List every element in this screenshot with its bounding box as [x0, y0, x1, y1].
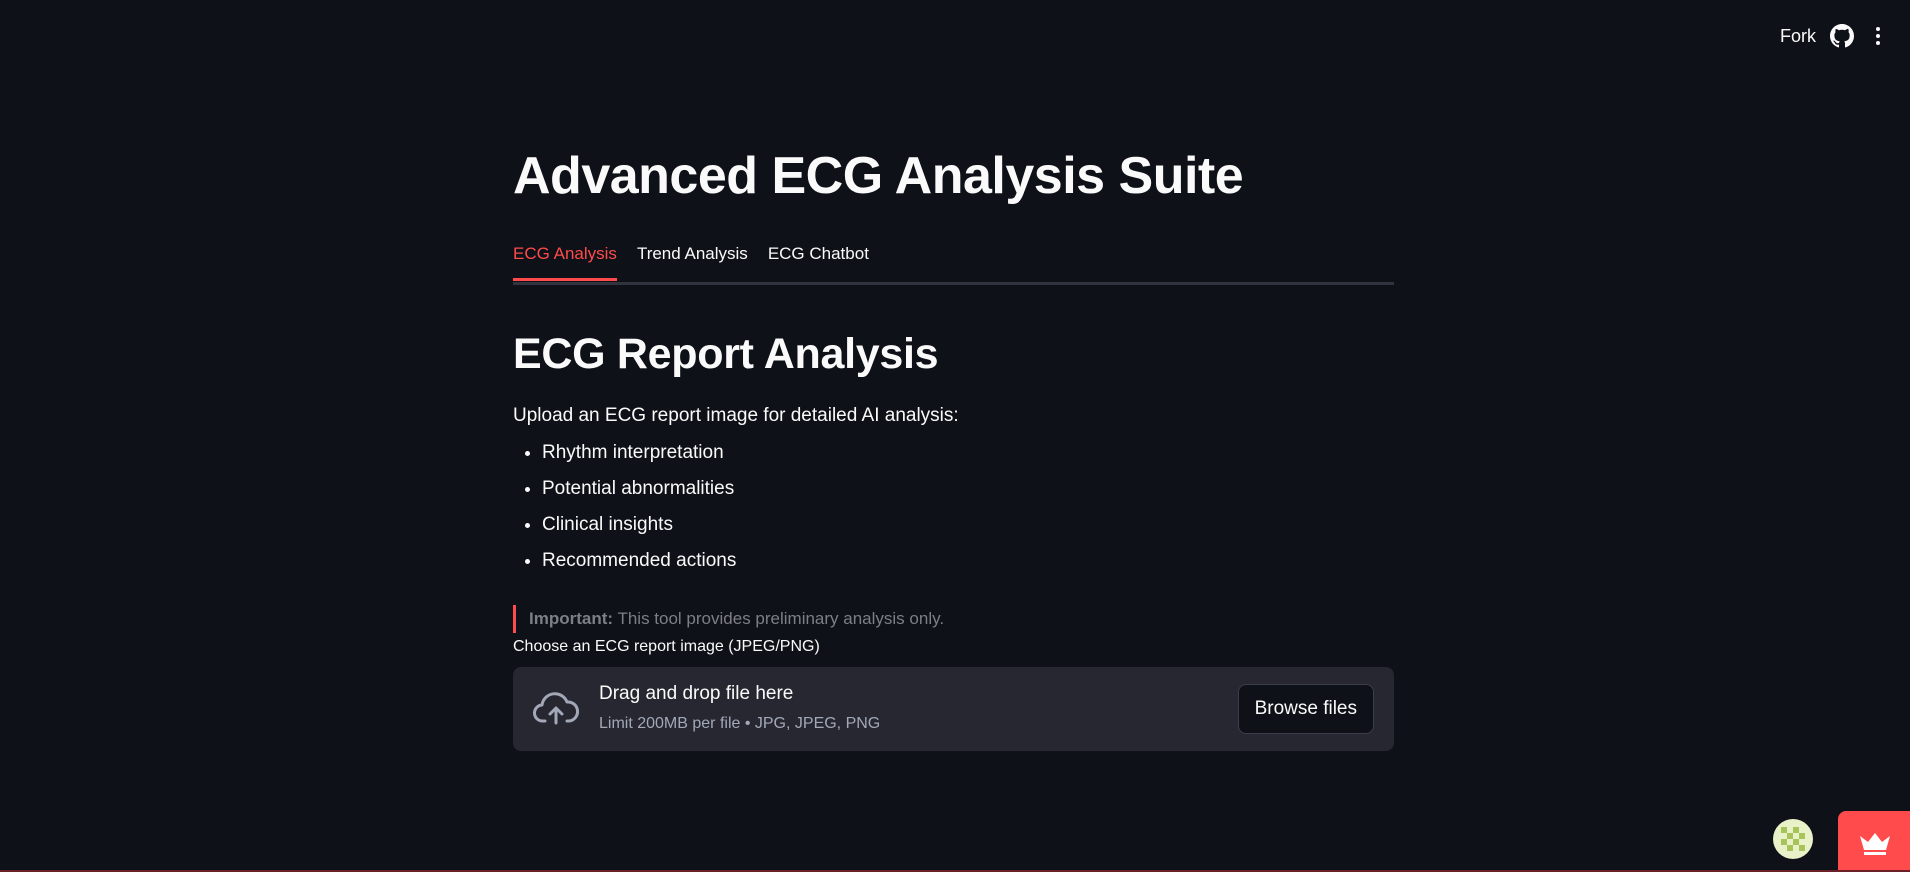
- cloud-upload-icon: [533, 689, 579, 729]
- fork-link[interactable]: Fork: [1780, 26, 1816, 47]
- tab-bar: ECG Analysis Trend Analysis ECG Chatbot: [513, 240, 1394, 285]
- section-title: ECG Report Analysis: [513, 330, 939, 378]
- feature-list: Rhythm interpretation Potential abnormal…: [513, 435, 1394, 579]
- avatar[interactable]: [1773, 819, 1813, 859]
- app-page: Fork Advanced ECG Analysis Suite ECG Ana…: [0, 0, 1910, 872]
- app-title: Advanced ECG Analysis Suite: [513, 147, 1244, 205]
- main-content: Advanced ECG Analysis Suite ECG Analysis…: [513, 140, 1394, 751]
- list-item: Clinical insights: [542, 507, 1394, 543]
- tab-ecg-analysis[interactable]: ECG Analysis: [513, 240, 617, 281]
- callout-text: This tool provides preliminary analysis …: [613, 609, 945, 628]
- intro-text: Upload an ECG report image for detailed …: [513, 405, 959, 426]
- crown-icon: [1860, 833, 1890, 855]
- callout-bold-label: Important:: [529, 609, 614, 628]
- dropzone-limit: Limit 200MB per file • JPG, JPEG, PNG: [599, 715, 881, 732]
- github-icon[interactable]: [1830, 24, 1854, 48]
- top-toolbar: Fork: [0, 0, 1910, 72]
- dropzone-instructions: Drag and drop file here: [599, 683, 794, 704]
- tab-ecg-chatbot[interactable]: ECG Chatbot: [768, 240, 869, 278]
- file-dropzone[interactable]: Drag and drop file here Limit 200MB per …: [513, 667, 1394, 751]
- list-item: Recommended actions: [542, 543, 1394, 579]
- list-item: Rhythm interpretation: [542, 435, 1394, 471]
- streamlit-badge[interactable]: [1838, 811, 1910, 872]
- tab-trend-analysis[interactable]: Trend Analysis: [637, 240, 748, 278]
- important-callout: Important: This tool provides preliminar…: [513, 605, 1394, 633]
- list-item: Potential abnormalities: [542, 471, 1394, 507]
- browse-files-button[interactable]: Browse files: [1237, 684, 1374, 734]
- kebab-menu-icon[interactable]: [1866, 24, 1890, 48]
- uploader-label: Choose an ECG report image (JPEG/PNG): [513, 638, 820, 655]
